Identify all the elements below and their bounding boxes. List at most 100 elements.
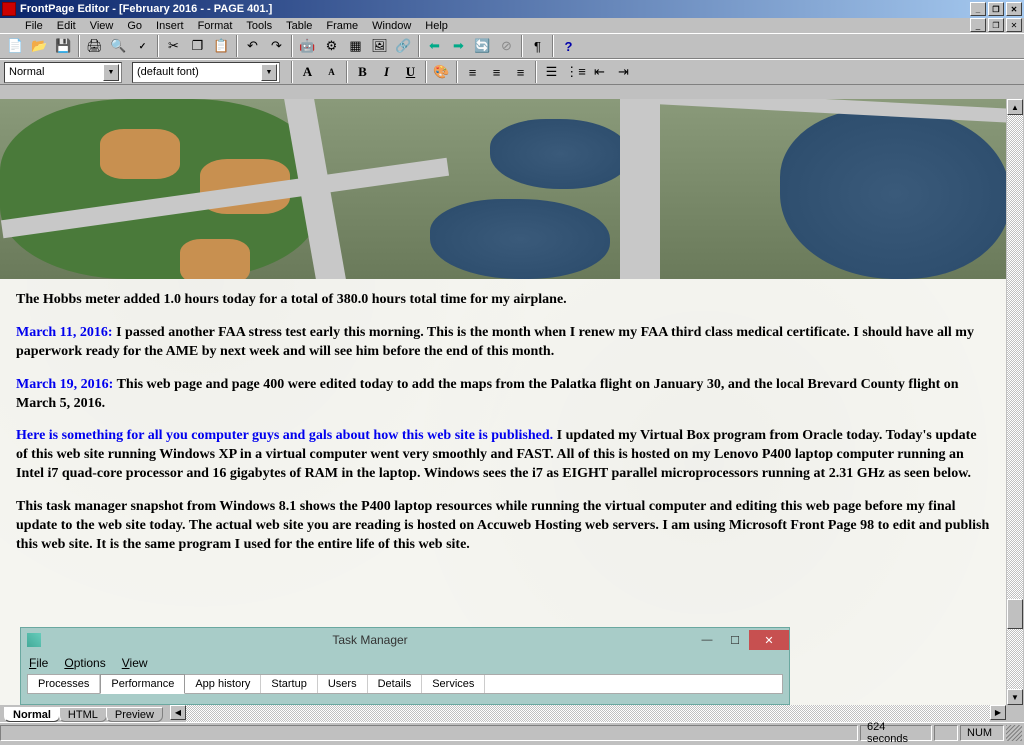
redo-button[interactable]: ↷ (265, 35, 288, 57)
spellcheck-button[interactable]: ✓ (131, 35, 154, 57)
scroll-right-button[interactable]: ▶ (990, 705, 1006, 720)
scroll-thumb[interactable] (1007, 599, 1023, 629)
increase-indent-button[interactable]: ⇥ (612, 61, 635, 83)
tm-tab-users[interactable]: Users (318, 675, 368, 693)
decrease-font-button[interactable]: A (320, 61, 343, 83)
toolbar-sep (346, 61, 348, 83)
menu-view[interactable]: View (83, 19, 121, 33)
tm-tab-startup[interactable]: Startup (261, 675, 317, 693)
tm-menu-file[interactable]: File (29, 656, 48, 670)
horizontal-scrollbar[interactable]: ◀ ▶ (170, 705, 1006, 722)
paste-button[interactable]: 📋 (210, 35, 233, 57)
task-manager-window: Task Manager — ☐ ✕ File Options View Pro… (20, 627, 790, 705)
tm-menu-view[interactable]: View (122, 656, 148, 670)
hscroll-track[interactable] (186, 705, 990, 722)
insert-component-button[interactable]: ⚙ (320, 35, 343, 57)
scroll-down-button[interactable]: ▼ (1007, 689, 1023, 705)
align-left-button[interactable]: ≡ (461, 61, 484, 83)
insert-table-button[interactable]: ▦ (344, 35, 367, 57)
stop-button[interactable]: ⊘ (495, 35, 518, 57)
inline-link[interactable]: Here is something for all you computer g… (16, 428, 553, 443)
menu-frame[interactable]: Frame (319, 19, 365, 33)
back-button[interactable]: ⬅ (423, 35, 446, 57)
help-button[interactable]: ? (557, 35, 580, 57)
tm-tab-app-history[interactable]: App history (185, 675, 261, 693)
style-combo[interactable]: Normal ▼ (4, 62, 122, 83)
new-button[interactable]: 📄 (4, 35, 27, 57)
menu-bar: File Edit View Go Insert Format Tools Ta… (0, 18, 1024, 33)
minimize-button[interactable]: _ (970, 2, 986, 16)
italic-button[interactable]: I (375, 61, 398, 83)
document-canvas[interactable]: The Hobbs meter added 1.0 hours today fo… (0, 99, 1006, 705)
restore-button[interactable]: ❐ (988, 2, 1004, 16)
menu-help[interactable]: Help (418, 19, 455, 33)
print-button[interactable]: 🖨 (83, 35, 106, 57)
tm-tab-processes[interactable]: Processes (28, 675, 100, 693)
view-tab-html[interactable]: HTML (59, 707, 107, 722)
paragraph[interactable]: March 19, 2016: This web page and page 4… (16, 376, 990, 414)
copy-button[interactable]: ❐ (186, 35, 209, 57)
paragraph[interactable]: The Hobbs meter added 1.0 hours today fo… (16, 291, 990, 310)
save-button[interactable]: 💾 (52, 35, 75, 57)
menu-go[interactable]: Go (120, 19, 149, 33)
tm-close-button[interactable]: ✕ (749, 630, 789, 650)
align-center-button[interactable]: ≡ (485, 61, 508, 83)
status-bar: 624 seconds NUM (0, 722, 1024, 742)
tm-tab-performance[interactable]: Performance (100, 674, 185, 694)
insert-image-button[interactable]: 🖼 (368, 35, 391, 57)
tm-tab-details[interactable]: Details (368, 675, 423, 693)
document-body[interactable]: The Hobbs meter added 1.0 hours today fo… (0, 279, 1006, 581)
hero-image (0, 99, 1006, 279)
menu-window[interactable]: Window (365, 19, 418, 33)
tm-tab-services[interactable]: Services (422, 675, 485, 693)
tm-menu-options[interactable]: Options (64, 656, 105, 670)
menu-edit[interactable]: Edit (50, 19, 83, 33)
toolbar-sep (418, 35, 420, 57)
forward-button[interactable]: ➡ (447, 35, 470, 57)
mdi-close-button[interactable]: ✕ (1006, 18, 1022, 32)
toolbar-sep (291, 61, 293, 83)
tm-maximize-button[interactable]: ☐ (721, 630, 749, 650)
paragraph[interactable]: Here is something for all you computer g… (16, 427, 990, 484)
font-combo[interactable]: (default font) ▼ (132, 62, 280, 83)
preview-button[interactable]: 🔍 (107, 35, 130, 57)
dropdown-arrow-icon: ▼ (261, 64, 277, 81)
vertical-scrollbar[interactable]: ▲ ▼ (1006, 99, 1024, 705)
align-right-button[interactable]: ≡ (509, 61, 532, 83)
mdi-minimize-button[interactable]: _ (970, 18, 986, 32)
numbered-list-button[interactable]: ☰ (540, 61, 563, 83)
text-color-button[interactable]: 🎨 (430, 61, 453, 83)
date-link[interactable]: March 19, 2016: (16, 377, 113, 392)
close-button[interactable]: ✕ (1006, 2, 1022, 16)
webbot-button[interactable]: 🤖 (296, 35, 319, 57)
menu-insert[interactable]: Insert (149, 19, 191, 33)
hyperlink-button[interactable]: 🔗 (392, 35, 415, 57)
show-paragraph-button[interactable]: ¶ (526, 35, 549, 57)
view-tab-normal[interactable]: Normal (4, 707, 60, 722)
increase-font-button[interactable]: A (296, 61, 319, 83)
paragraph[interactable]: This task manager snapshot from Windows … (16, 498, 990, 555)
scroll-left-button[interactable]: ◀ (170, 705, 186, 720)
bold-button[interactable]: B (351, 61, 374, 83)
menu-file[interactable]: File (18, 19, 50, 33)
underline-button[interactable]: U (399, 61, 422, 83)
menu-table[interactable]: Table (279, 19, 319, 33)
decrease-indent-button[interactable]: ⇤ (588, 61, 611, 83)
date-link[interactable]: March 11, 2016: (16, 325, 113, 340)
paragraph[interactable]: March 11, 2016: I passed another FAA str… (16, 324, 990, 362)
bullet-list-button[interactable]: ⋮≡ (564, 61, 587, 83)
undo-button[interactable]: ↶ (241, 35, 264, 57)
resize-grip-icon[interactable] (1006, 725, 1022, 741)
view-tab-preview[interactable]: Preview (106, 707, 163, 722)
mdi-restore-button[interactable]: ❐ (988, 18, 1004, 32)
open-button[interactable]: 📂 (28, 35, 51, 57)
menu-format[interactable]: Format (191, 19, 240, 33)
tm-tab-strip: Processes Performance App history Startu… (27, 674, 783, 694)
refresh-button[interactable]: 🔄 (471, 35, 494, 57)
tm-title: Task Manager (47, 633, 693, 647)
font-combo-value: (default font) (137, 66, 199, 78)
scroll-up-button[interactable]: ▲ (1007, 99, 1023, 115)
menu-tools[interactable]: Tools (239, 19, 279, 33)
cut-button[interactable]: ✂ (162, 35, 185, 57)
tm-minimize-button[interactable]: — (693, 630, 721, 650)
